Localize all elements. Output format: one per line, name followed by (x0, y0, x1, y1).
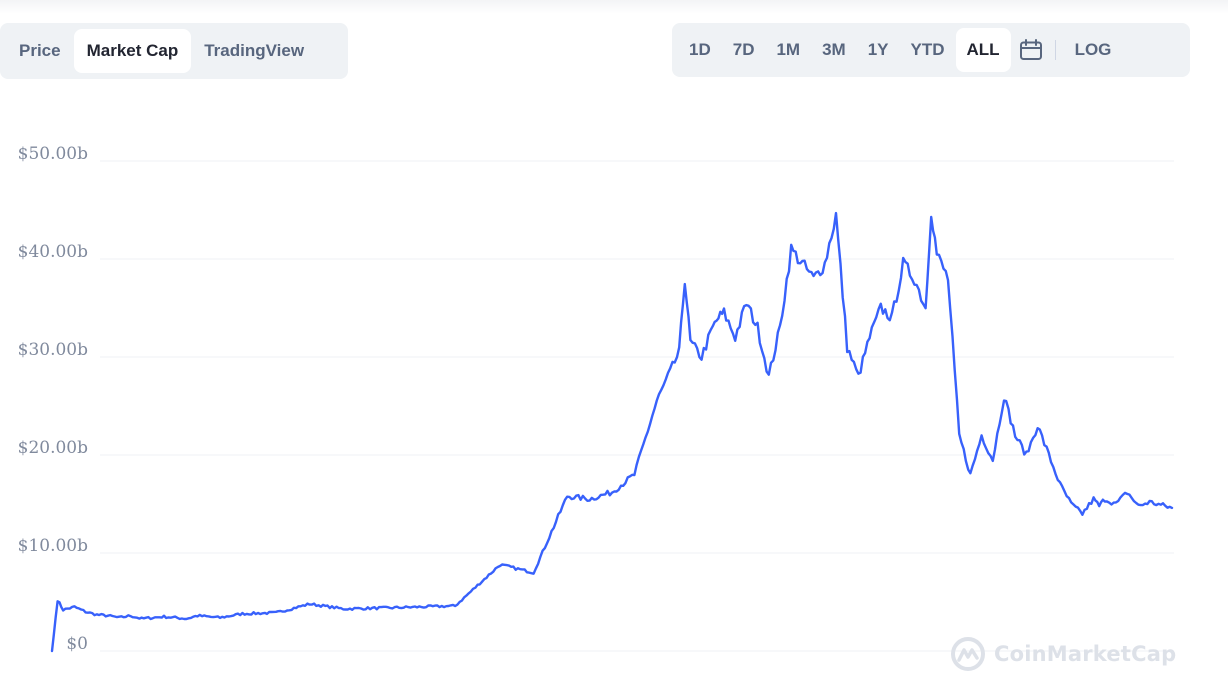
watermark: CoinMarketCap (950, 636, 1176, 672)
market-cap-chart: $0 $10.00b $20.00b $30.00b $40.00b $50.00b (18, 144, 1174, 654)
coinmarketcap-logo-icon (951, 637, 985, 671)
market-cap-line (50, 211, 1174, 653)
y-tick-label: $50.00b (18, 144, 88, 164)
y-tick-label: $30.00b (18, 340, 88, 360)
y-tick-label: $0 (66, 634, 88, 654)
y-tick-label: $10.00b (18, 536, 88, 556)
watermark-text: CoinMarketCap (994, 642, 1177, 666)
y-tick-label: $20.00b (18, 438, 88, 458)
y-tick-label: $40.00b (18, 242, 88, 262)
